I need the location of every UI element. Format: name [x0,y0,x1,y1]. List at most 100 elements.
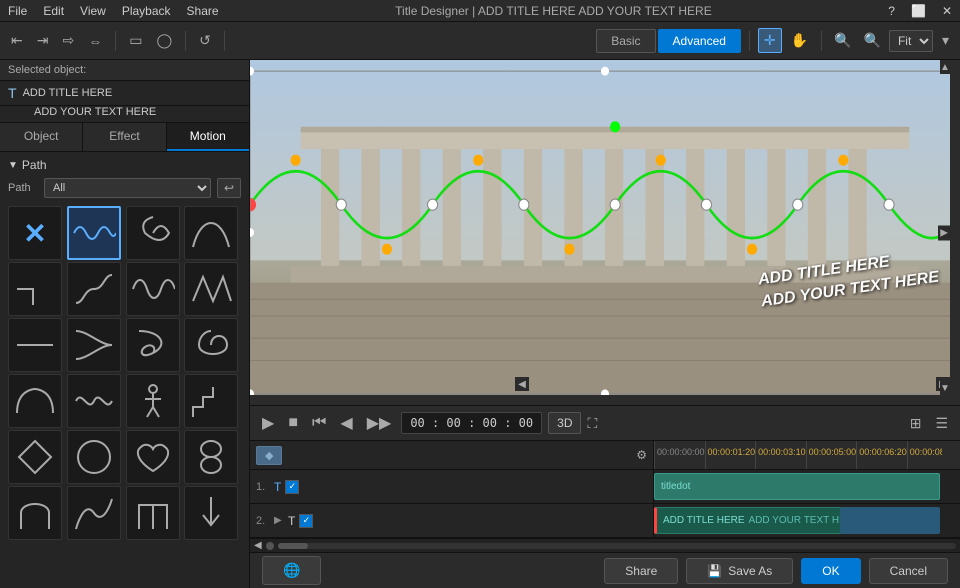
menu-view[interactable]: View [80,4,106,18]
menu-share[interactable]: Share [187,4,219,18]
zoom-dropdown-btn[interactable]: ▾ [937,29,954,52]
tab-object[interactable]: Object [0,123,83,151]
path-select[interactable]: All [44,178,211,198]
list-view-btn[interactable]: ☰ [931,413,952,434]
main-layout: Selected object: T ADD TITLE HERE ADD YO… [0,60,960,588]
track-2-clip[interactable]: ADD TITLE HERE ADD YOUR TEXT HERE [654,507,846,534]
track-1-num: 1. [256,481,270,493]
ruler-marks: 00:00:00:00 00:00:01:20 00:00:03:10 00:0… [654,441,942,469]
zoom-select[interactable]: Fit [889,30,933,52]
path-hump[interactable] [8,374,62,428]
expand-preview-btn[interactable]: ▶ [938,225,950,240]
path-arch[interactable] [8,486,62,540]
3d-btn[interactable]: 3D [548,412,581,434]
path-zigzag[interactable] [184,262,238,316]
grid-view-btn[interactable]: ⊞ [906,413,926,434]
path-spiral1[interactable] [126,206,180,260]
basic-mode-btn[interactable]: Basic [596,29,655,53]
path-wave[interactable] [67,206,121,260]
play-btn[interactable]: ▶ [258,411,278,435]
ruler-mark-2: 00:00:03:10 [755,441,806,469]
scroll-left-arrow[interactable]: ◀ [515,377,529,391]
path-wavy2[interactable] [67,374,121,428]
scroll-down-arrow[interactable]: ▼ [940,381,950,395]
path-spiral2[interactable] [184,318,238,372]
move-tool-btn[interactable]: ✛ [758,28,782,53]
path-corner[interactable] [8,262,62,316]
zoom-out-btn[interactable]: 🔍 [830,30,855,51]
language-btn[interactable]: 🌐 [262,556,321,585]
zoom-in-btn[interactable]: 🔍 [860,30,885,51]
path-person[interactable] [126,374,180,428]
path-s2[interactable] [67,318,121,372]
track-2-expand[interactable]: ▶ [274,515,284,526]
align-left-btn[interactable]: ⇤ [6,29,28,52]
save-as-btn[interactable]: 💾 Save As [686,558,793,584]
scroll-up-arrow[interactable]: ▲ [940,60,950,74]
bottom-left-area: 🌐 [262,556,596,585]
path-grid: ✕ [8,206,241,540]
distribute-btn[interactable]: ⇔ [83,30,107,52]
cancel-btn[interactable]: Cancel [869,558,948,584]
menu-playback[interactable]: Playback [122,4,171,18]
track-1-clip[interactable]: titledot [654,473,940,500]
timeline-scroll-track[interactable] [278,543,956,549]
close-btn[interactable]: ✕ [942,4,952,18]
section-arrow[interactable]: ▼ [8,160,18,171]
ok-btn[interactable]: OK [801,558,860,584]
align-center-btn[interactable]: ⇥ [32,29,54,52]
path-circle[interactable] [67,430,121,484]
tab-motion[interactable]: Motion [167,123,249,151]
gate-icon [131,491,175,535]
track-2-check[interactable] [299,514,313,528]
align-right-btn[interactable]: ⇨ [57,29,79,52]
path-action-btn[interactable]: ↩ [217,178,241,198]
rect-btn[interactable]: ▭ [124,29,147,52]
share-btn[interactable]: Share [604,558,678,584]
path-arrow-down[interactable] [184,486,238,540]
path-s-curve[interactable] [67,262,121,316]
undo-btn[interactable]: ↺ [194,29,216,52]
preview-hscroll[interactable] [250,395,950,405]
path-none[interactable]: ✕ [8,206,62,260]
scroll-to-start-btn[interactable]: ◀ [254,540,262,551]
time-display: 00 : 00 : 00 : 00 [401,412,542,434]
path-steps[interactable] [184,374,238,428]
path-eight[interactable] [184,430,238,484]
tab-effect[interactable]: Effect [83,123,166,151]
step-back-btn[interactable]: ◀ [336,411,356,435]
track-2-content[interactable]: ADD TITLE HERE ADD YOUR TEXT HERE [654,504,950,537]
path-wave2[interactable] [126,262,180,316]
bottom-bar: 🌐 Share 💾 Save As OK Cancel [250,552,960,588]
stop-btn[interactable]: ■ [284,412,302,434]
timeline-scroll-thumb[interactable] [278,543,308,549]
advanced-mode-btn[interactable]: Advanced [658,29,741,53]
track-2-clip-part2[interactable] [840,507,940,534]
path-curve1[interactable] [184,206,238,260]
scroll-indicator[interactable] [266,542,274,550]
menu-file[interactable]: File [8,4,27,18]
path-bounce[interactable] [67,486,121,540]
path-heart[interactable] [126,430,180,484]
track-1-content[interactable]: titledot [654,470,950,503]
ellipse-btn[interactable]: ◯ [151,29,177,52]
track-1-check[interactable] [285,480,299,494]
preview-area: ADD TITLE HERE ADD YOUR TEXT HERE ◀ ▶ ▲ … [250,60,960,405]
timeline-settings-btn[interactable]: ⚙ [636,448,647,462]
path-diamond[interactable] [8,430,62,484]
menu-edit[interactable]: Edit [43,4,64,18]
restore-btn[interactable]: ⬜ [911,4,926,18]
path-curl[interactable] [126,318,180,372]
x-icon: ✕ [23,217,46,250]
path-line[interactable] [8,318,62,372]
preview-vscroll[interactable] [950,60,960,405]
hand-tool-btn[interactable]: ✋ [786,29,813,52]
keyframe-indicator[interactable]: ◆ [256,446,282,465]
step-fwd-btn[interactable]: ▶▶ [363,411,396,435]
path-gate[interactable] [126,486,180,540]
prev-btn[interactable]: ⏮ [308,412,330,434]
heart-icon [131,435,175,479]
expand-btn[interactable]: ⛶ [587,415,597,432]
building-svg [250,60,960,405]
help-btn[interactable]: ? [888,4,895,18]
